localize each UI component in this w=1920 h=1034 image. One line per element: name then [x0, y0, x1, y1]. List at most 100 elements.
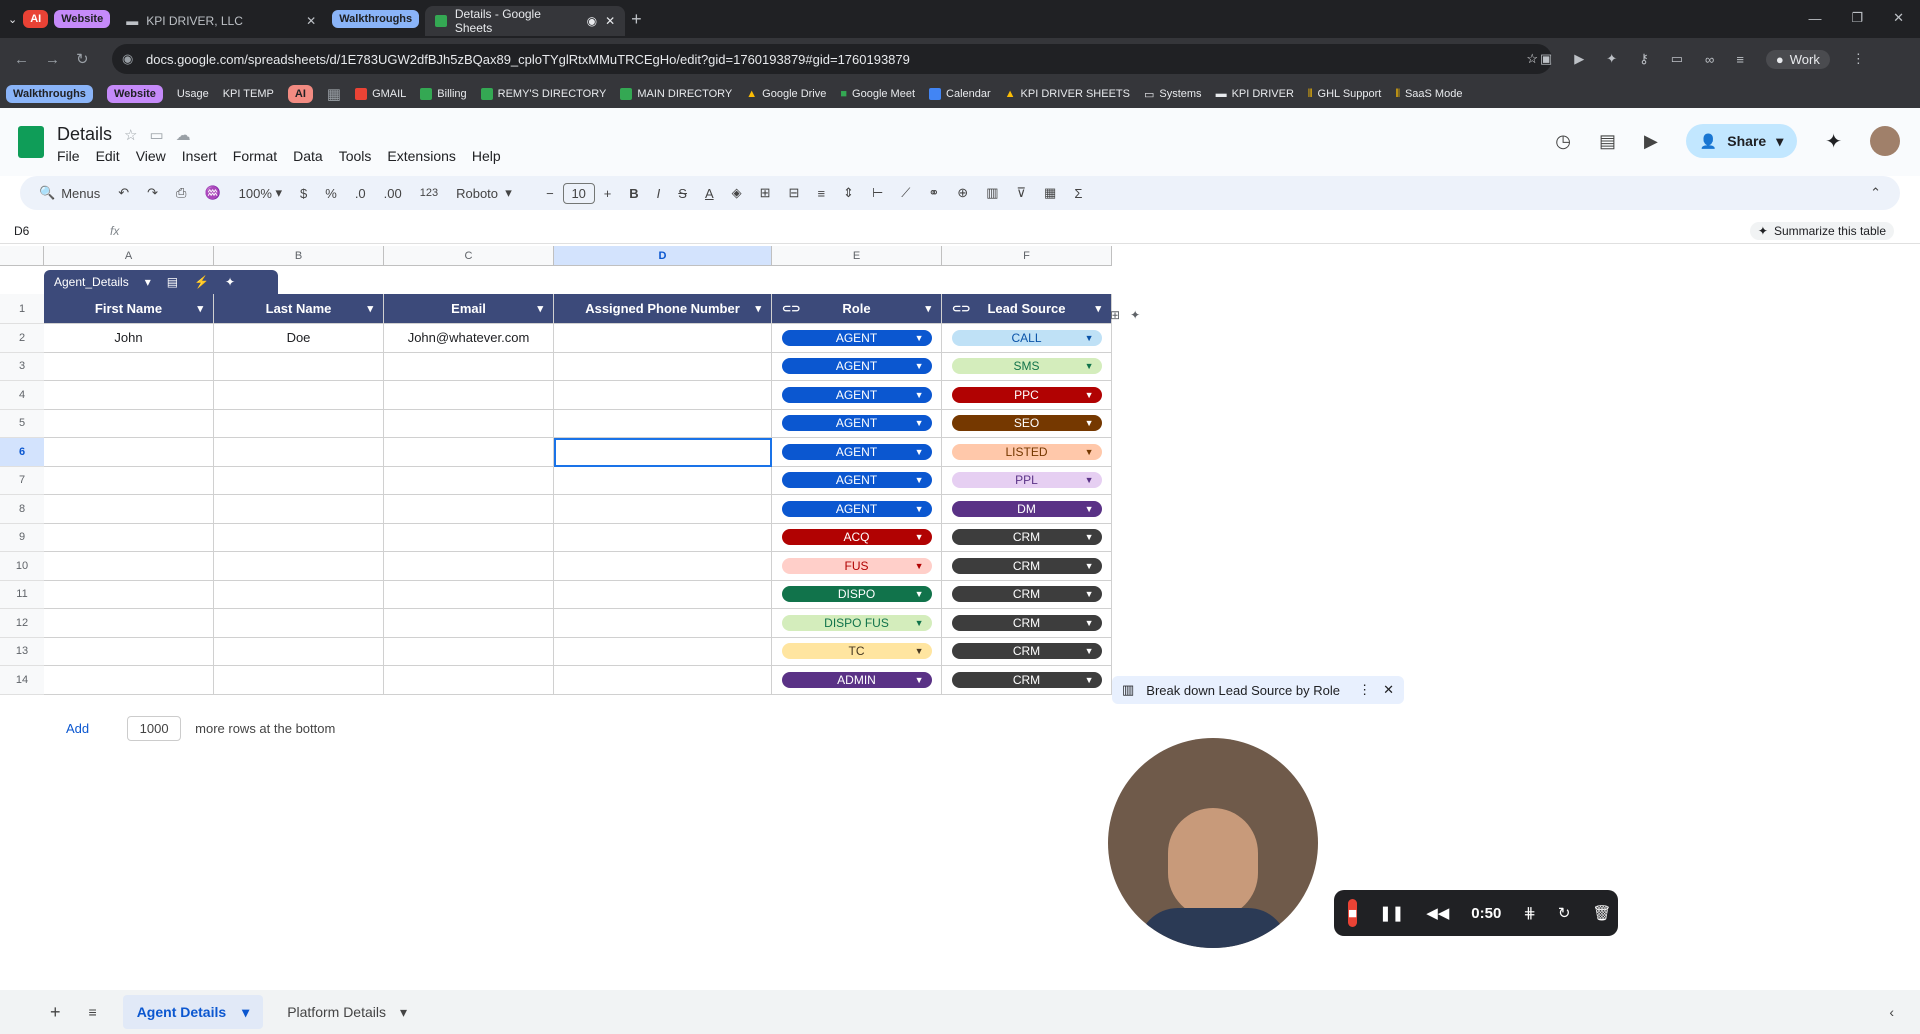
table-cell[interactable]	[44, 580, 214, 609]
table-cell[interactable]	[384, 352, 554, 381]
merge-cells-icon[interactable]: ⊟	[780, 185, 809, 201]
increase-decimal-button[interactable]: .00	[375, 186, 411, 201]
redo-icon[interactable]: ↷	[138, 185, 167, 201]
table-cell[interactable]	[554, 438, 772, 467]
comment-icon[interactable]: ⊕	[948, 185, 977, 201]
restore-icon[interactable]: ❐	[1851, 10, 1863, 26]
rows-count-input[interactable]: 1000	[127, 716, 182, 741]
table-column-header[interactable]: Assigned Phone Number ▾	[554, 294, 772, 324]
select-all-corner[interactable]	[0, 246, 44, 266]
table-cell[interactable]	[214, 438, 384, 467]
role-chip[interactable]: TC ▼	[781, 643, 932, 660]
column-header[interactable]: F	[942, 246, 1112, 266]
lead-source-chip[interactable]: CRM ▼	[951, 671, 1102, 688]
table-cell[interactable]: CRM ▼	[942, 666, 1112, 695]
row-header[interactable]: 14	[0, 666, 44, 695]
chevron-down-icon[interactable]: ▾	[1095, 302, 1101, 315]
role-chip[interactable]: AGENT ▼	[781, 329, 932, 346]
lead-source-chip[interactable]: CRM ▼	[951, 557, 1102, 574]
row-header[interactable]: 11	[0, 580, 44, 609]
sheet-tab-agent-details[interactable]: Agent Details ▾	[122, 995, 264, 1029]
table-cell[interactable]	[214, 409, 384, 438]
table-column-header[interactable]: Email ▾	[384, 294, 554, 324]
table-cell[interactable]: CRM ▼	[942, 609, 1112, 638]
chevron-down-icon[interactable]: ▾	[242, 1004, 249, 1021]
table-cell[interactable]	[44, 409, 214, 438]
menu-tools[interactable]: Tools	[339, 148, 372, 164]
table-cell[interactable]: DISPO FUS ▼	[772, 609, 942, 638]
table-column-header[interactable]: First Name ▾	[44, 294, 214, 324]
row-header[interactable]: 10	[0, 552, 44, 581]
lead-source-chip[interactable]: DM ▼	[951, 500, 1102, 517]
puzzle-icon[interactable]: ✦	[1606, 51, 1617, 67]
role-chip[interactable]: AGENT ▼	[781, 500, 932, 517]
table-cell[interactable]: John	[44, 324, 214, 353]
menu-help[interactable]: Help	[472, 148, 501, 164]
table-cell[interactable]	[384, 466, 554, 495]
menu-edit[interactable]: Edit	[96, 148, 120, 164]
column-header[interactable]: E	[772, 246, 942, 266]
table-cell[interactable]: FUS ▼	[772, 552, 942, 581]
table-cell[interactable]	[554, 495, 772, 524]
bookmark[interactable]: ▲ KPI DRIVER SHEETS	[1005, 88, 1130, 100]
extension-icon[interactable]: ▣	[1540, 51, 1552, 67]
bookmark[interactable]: ▬ KPI DRIVER	[1216, 88, 1294, 100]
table-cell[interactable]	[44, 637, 214, 666]
text-rotation-icon[interactable]: ⟋	[892, 185, 919, 201]
table-cell[interactable]: AGENT ▼	[772, 324, 942, 353]
table-cell[interactable]	[384, 609, 554, 638]
doc-title[interactable]: Details	[57, 124, 112, 145]
pause-icon[interactable]: ❚❚	[1379, 904, 1404, 922]
lead-source-chip[interactable]: CRM ▼	[951, 643, 1102, 660]
profile-button[interactable]: ● Work	[1765, 49, 1830, 69]
table-cell[interactable]	[554, 324, 772, 353]
key-icon[interactable]: ⚷	[1639, 51, 1649, 67]
decrease-decimal-button[interactable]: .0	[346, 186, 375, 201]
lead-source-chip[interactable]: CRM ▼	[951, 614, 1102, 631]
paint-format-icon[interactable]: ♒	[195, 185, 229, 201]
bookmark[interactable]: Usage	[177, 88, 209, 100]
menu-icon[interactable]: ⋮	[1852, 51, 1865, 67]
bookmark[interactable]: GMAIL	[355, 88, 406, 100]
chevron-down-icon[interactable]: ▾	[400, 1004, 407, 1021]
table-cell[interactable]	[384, 495, 554, 524]
role-chip[interactable]: ACQ ▼	[781, 529, 932, 546]
lead-source-chip[interactable]: CRM ▼	[951, 586, 1102, 603]
tab-details-sheets[interactable]: Details - Google Sheets ◉ ✕	[425, 6, 626, 36]
align-icon[interactable]: ≡	[808, 186, 834, 201]
reload-icon[interactable]: ↻	[76, 50, 89, 68]
trash-icon[interactable]: 🗑	[1592, 904, 1611, 922]
link-icon[interactable]: ∞	[1705, 52, 1714, 67]
chevron-down-icon[interactable]: ▾	[367, 302, 373, 315]
vertical-align-icon[interactable]: ⇕	[834, 185, 863, 201]
sparkle-icon[interactable]: ✦	[1130, 308, 1140, 322]
table-cell[interactable]	[44, 609, 214, 638]
webcam-bubble[interactable]	[1108, 738, 1318, 948]
table-cell[interactable]: AGENT ▼	[772, 495, 942, 524]
print-icon[interactable]: ⎙	[167, 185, 195, 201]
table-cell[interactable]	[554, 352, 772, 381]
more-formats-button[interactable]: 123	[411, 187, 447, 199]
table-cell[interactable]	[44, 381, 214, 410]
all-sheets-icon[interactable]: ≡	[89, 1004, 97, 1020]
bold-icon[interactable]: B	[620, 186, 647, 201]
italic-icon[interactable]: I	[648, 186, 670, 201]
table-cell[interactable]	[384, 666, 554, 695]
table-cell[interactable]: CRM ▼	[942, 580, 1112, 609]
font-size-decrease-icon[interactable]: −	[537, 186, 563, 201]
bookmark[interactable]: Billing	[420, 88, 467, 100]
bookmark[interactable]: KPI TEMP	[223, 88, 274, 100]
role-chip[interactable]: AGENT ▼	[781, 358, 932, 375]
bookmark-group[interactable]: Walkthroughs	[6, 85, 93, 103]
table-cell[interactable]	[214, 552, 384, 581]
table-cell[interactable]	[214, 637, 384, 666]
table-cell[interactable]	[554, 552, 772, 581]
bookmark-group[interactable]: AI	[287, 85, 313, 103]
menu-insert[interactable]: Insert	[182, 148, 217, 164]
strikethrough-icon[interactable]: S	[669, 186, 696, 201]
media-icon[interactable]: ≡	[1736, 52, 1744, 67]
row-header[interactable]: 3	[0, 352, 44, 381]
role-chip[interactable]: DISPO ▼	[781, 586, 932, 603]
rewind-icon[interactable]: ◀◀	[1426, 904, 1449, 922]
row-header[interactable]: 12	[0, 609, 44, 638]
